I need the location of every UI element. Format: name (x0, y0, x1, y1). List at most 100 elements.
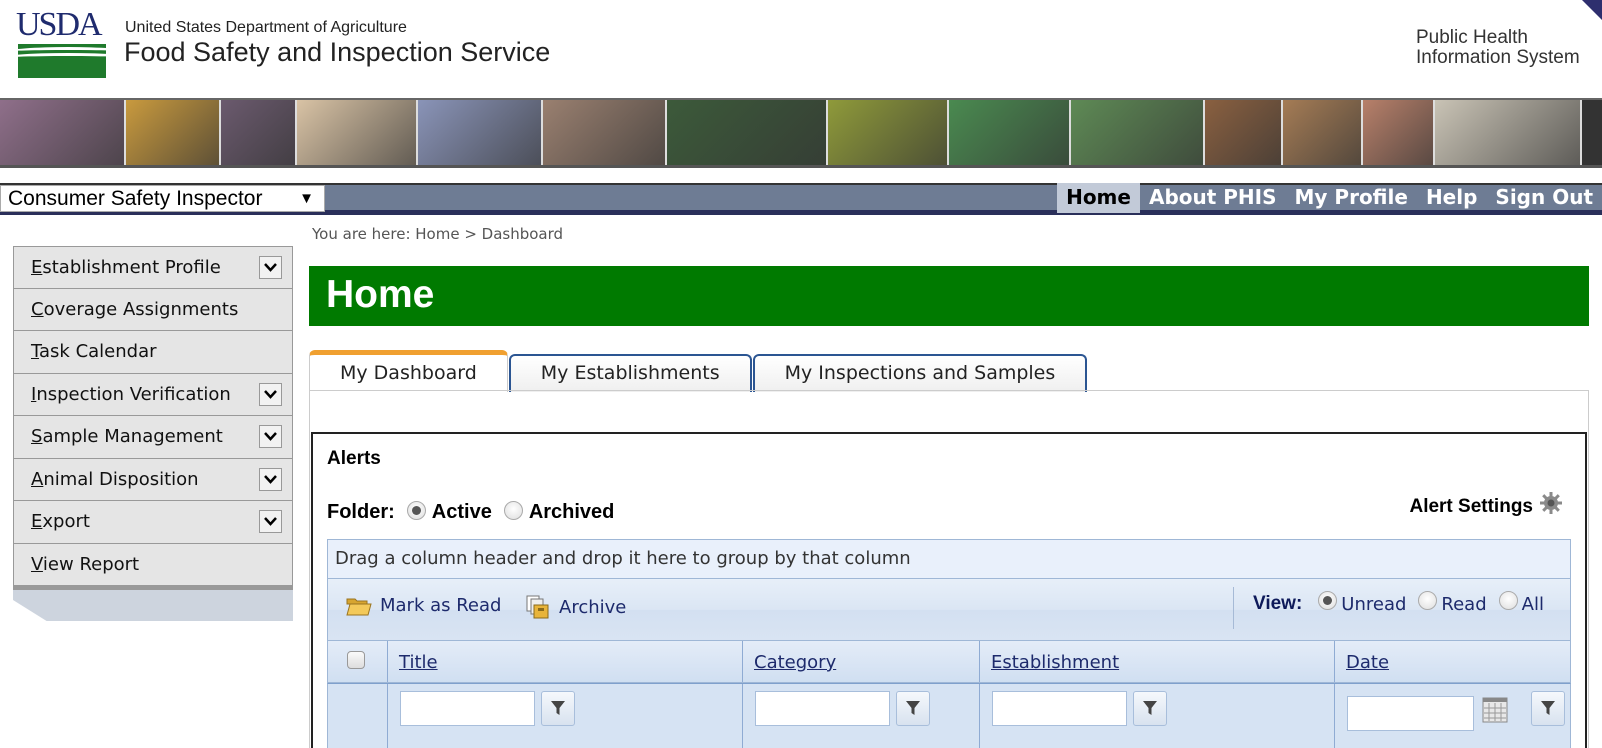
accel-key: S (31, 426, 43, 447)
site-header: USDA United States Department of Agricul… (0, 0, 1602, 98)
tab-my-dashboard[interactable]: My Dashboard (309, 350, 508, 392)
mark-as-read-button[interactable]: Mark as Read (346, 595, 501, 616)
funnel-icon (551, 701, 565, 715)
usda-logo-field-icon (18, 44, 106, 78)
banner-photo-microscope (949, 100, 1071, 165)
sort-category-link[interactable]: Category (754, 652, 836, 673)
nav-link-help[interactable]: Help (1417, 183, 1486, 213)
sidebar-item-label: overage Assignments (43, 298, 239, 320)
filter-cell-category (743, 684, 980, 748)
expand-chevron-icon[interactable] (259, 510, 282, 533)
alerts-toolbar: Mark as Read Archive View: Unread Read A… (327, 579, 1571, 641)
group-by-drop-zone[interactable]: Drag a column header and drop it here to… (327, 539, 1571, 579)
folder-active-label[interactable]: Active (432, 501, 492, 524)
alert-settings-label: Alert Settings (1409, 496, 1533, 517)
calendar-icon[interactable] (1482, 697, 1508, 723)
banner-photo-farmer-field (828, 100, 949, 165)
banner-photo-eggs (1283, 100, 1363, 165)
sidebar-item-export[interactable]: Export (13, 501, 293, 544)
expand-chevron-icon[interactable] (259, 425, 282, 448)
sort-title-link[interactable]: Title (399, 652, 438, 673)
sidebar-item-animal-disposition[interactable]: Animal Disposition (13, 458, 293, 501)
nav-link-about-phis[interactable]: About PHIS (1140, 183, 1286, 213)
sidebar-item-sample-management[interactable]: Sample Management (13, 416, 293, 459)
accel-key: T (31, 341, 40, 362)
nav-link-sign-out[interactable]: Sign Out (1486, 183, 1602, 213)
accel-key: E (31, 257, 43, 278)
sidebar-item-label: stablishment Profile (42, 257, 221, 278)
tab-my-inspections-and-samples[interactable]: My Inspections and Samples (752, 354, 1088, 392)
sidebar-footer (13, 586, 293, 621)
sidebar-item-label: ample Management (42, 426, 223, 447)
view-read-radio[interactable] (1418, 590, 1438, 610)
banner-photo-food-worker (1363, 100, 1435, 165)
gear-icon[interactable] (1539, 491, 1563, 515)
select-all-checkbox[interactable] (347, 651, 365, 669)
category-filter-button[interactable] (896, 691, 930, 726)
folder-label: Folder: (327, 501, 395, 523)
category-filter-input[interactable] (755, 691, 890, 726)
archive-button[interactable]: Archive (525, 595, 626, 619)
accel-key: C (31, 298, 44, 320)
date-filter-input[interactable] (1347, 696, 1474, 731)
sidebar-item-inspection-verification[interactable]: Inspection Verification (13, 373, 293, 416)
usda-logo-text: USDA (16, 6, 103, 43)
expand-chevron-icon[interactable] (259, 382, 282, 406)
expand-chevron-icon[interactable] (259, 467, 282, 491)
filter-cell-establishment (980, 684, 1335, 748)
nav-link-home[interactable]: Home (1057, 183, 1140, 213)
system-name-line1: Public Health (1416, 27, 1528, 48)
view-unread-label[interactable]: Unread (1341, 594, 1406, 615)
tab-my-establishments[interactable]: My Establishments (508, 354, 752, 392)
nav-link-my-profile[interactable]: My Profile (1286, 183, 1417, 213)
view-label: View: (1253, 593, 1303, 614)
view-all-label[interactable]: All (1522, 594, 1544, 615)
sort-establishment-link[interactable]: Establishment (991, 652, 1119, 673)
view-unread-radio[interactable] (1318, 590, 1338, 610)
folder-archived-radio[interactable] (503, 501, 523, 520)
sidebar-item-establishment-profile[interactable]: Establishment Profile (13, 246, 293, 289)
filter-spacer (328, 684, 388, 748)
sidebar-item-coverage-assignments[interactable]: Coverage Assignments (13, 288, 293, 331)
banner-photo-roast-poultry (1205, 100, 1283, 165)
date-filter-button[interactable] (1531, 691, 1565, 726)
banner-photo-pigs (297, 100, 418, 165)
sidebar-item-label: ask Calendar (39, 341, 157, 362)
page-title-bar: Home (309, 266, 1589, 326)
alerts-panel: Alerts Folder: Active Archived Alert Set… (311, 432, 1587, 748)
funnel-icon (906, 701, 920, 715)
establishment-filter-button[interactable] (1133, 691, 1167, 726)
funnel-icon (1143, 701, 1157, 715)
column-header-category: Category (743, 641, 980, 682)
role-select-value: Consumer Safety Inspector (8, 187, 263, 210)
department-name: United States Department of Agriculture (125, 19, 407, 36)
nav-links: Home About PHIS My Profile Help Sign Out (1057, 183, 1602, 213)
page-title: Home (326, 273, 435, 316)
usda-logo[interactable]: USDA (16, 6, 106, 78)
sidebar-item-task-calendar[interactable]: Task Calendar (13, 331, 293, 374)
column-header-date: Date (1335, 641, 1570, 682)
view-all-radio[interactable] (1498, 590, 1518, 610)
title-filter-button[interactable] (541, 691, 575, 726)
folder-active-radio[interactable] (406, 501, 426, 520)
sidebar-item-label: xport (42, 511, 90, 532)
folder-archived-label[interactable]: Archived (529, 501, 615, 524)
tab-strip: My Dashboard My Establishments My Inspec… (309, 350, 1088, 392)
agency-name: Food Safety and Inspection Service (124, 37, 551, 67)
accel-key: E (31, 511, 43, 532)
view-filter: View: Unread Read All (1253, 590, 1544, 615)
sidebar-item-view-report[interactable]: View Report (13, 543, 293, 586)
sort-date-link[interactable]: Date (1346, 652, 1389, 673)
sidebar-menu: Establishment Profile Coverage Assignmen… (13, 246, 293, 621)
title-filter-input[interactable] (400, 691, 535, 726)
sidebar-item-label: iew Report (42, 553, 140, 575)
view-read-label[interactable]: Read (1441, 594, 1486, 615)
alert-settings-link[interactable]: Alert Settings (1409, 492, 1563, 518)
sidebar-item-label: nspection Verification (36, 383, 231, 405)
role-select[interactable]: Consumer Safety Inspector ▼ (0, 185, 325, 212)
banner-photo-inspectors-lab (418, 100, 543, 165)
establishment-filter-input[interactable] (992, 691, 1127, 726)
column-header-title: Title (388, 641, 743, 682)
banner-photo-poultry-processing (221, 100, 297, 165)
expand-chevron-icon[interactable] (259, 256, 282, 279)
